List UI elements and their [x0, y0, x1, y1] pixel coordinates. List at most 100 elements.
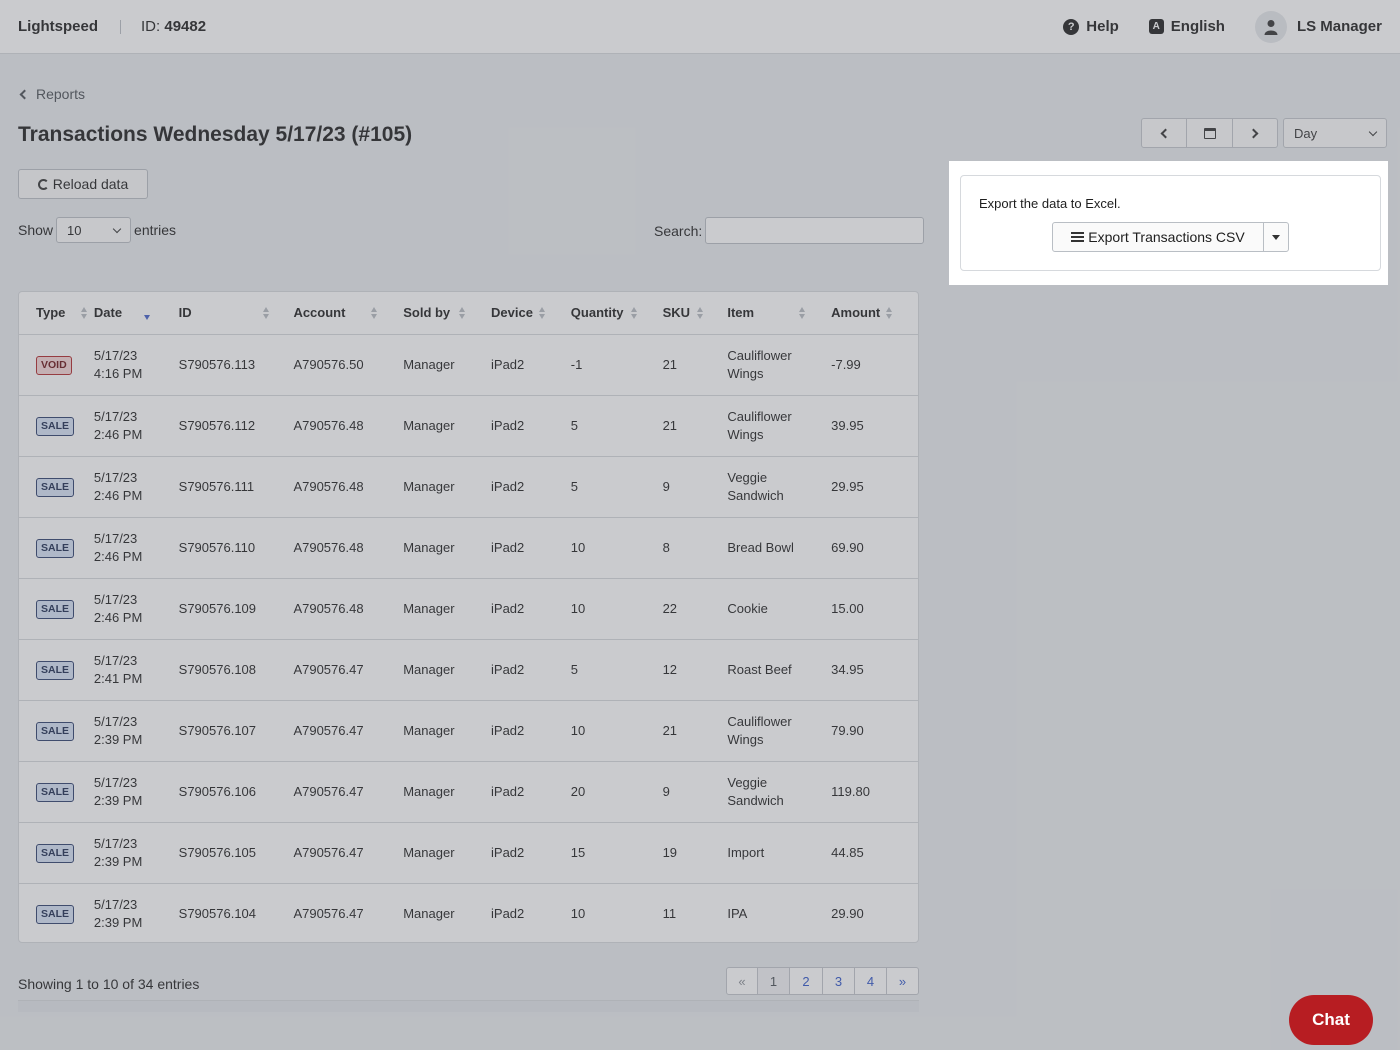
device-value: iPad2 [491, 905, 525, 921]
table-row[interactable]: SALE 5/17/23 2:39 PM S790576.106 A790576.47 M… [19, 761, 918, 823]
sold-by-value: Manager [403, 783, 455, 799]
quantity-value: 10 [570, 539, 586, 555]
page-2-button[interactable]: 2 [790, 967, 823, 995]
table-row[interactable]: SALE 5/17/23 2:46 PM S790576.111 A790576.48 M… [19, 456, 918, 518]
quantity-value: 10 [570, 905, 586, 921]
device-value: iPad2 [491, 661, 525, 677]
export-button-label: Export Transactions CSV [1088, 229, 1245, 245]
calendar-icon [1203, 127, 1216, 139]
sku-value: 21 [662, 722, 678, 738]
amount-cell: 79.90 [831, 700, 918, 762]
help-label: Help [1086, 18, 1119, 35]
date-cell: 5/17/23 2:39 PM [93, 761, 179, 823]
reload-data-button[interactable]: Reload data [18, 169, 148, 199]
id-cell: S790576.109 [178, 578, 294, 640]
page-3-button[interactable]: 3 [823, 967, 855, 995]
sold-by-value: Manager [403, 905, 455, 921]
item-cell: Roast Beef [727, 639, 832, 701]
sold-by-cell: Manager [403, 578, 492, 640]
quantity-cell: 10 [570, 578, 663, 640]
table-row[interactable]: SALE 5/17/23 2:46 PM S790576.109 A790576.48 M… [19, 578, 918, 640]
quantity-cell: 10 [570, 700, 663, 762]
language-switcher[interactable]: A English [1148, 18, 1225, 35]
id-value: S790576.109 [178, 600, 257, 616]
table-row[interactable]: SALE 5/17/23 2:39 PM S790576.104 A790576.47 M… [19, 883, 918, 942]
previous-page-button[interactable]: « [726, 967, 758, 995]
table-row[interactable]: SALE 5/17/23 2:41 PM S790576.108 A790576.47 M… [19, 639, 918, 701]
page-1-button[interactable]: 1 [758, 967, 790, 995]
column-header-account[interactable]: Account [293, 292, 404, 335]
caret-down-icon [1272, 234, 1280, 240]
type-cell: SALE [19, 456, 94, 518]
device-value: iPad2 [491, 356, 525, 372]
table-row[interactable]: SALE 5/17/23 2:46 PM S790576.112 A790576.48 M… [19, 395, 918, 457]
help-link[interactable]: ? Help [1063, 18, 1119, 35]
id-value: S790576.111 [178, 478, 255, 494]
device-cell: iPad2 [491, 578, 571, 640]
page-4-button[interactable]: 4 [855, 967, 887, 995]
account-cell: A790576.48 [293, 395, 404, 457]
column-header-type[interactable]: Type [19, 292, 94, 335]
brand-name[interactable]: Lightspeed [18, 18, 98, 35]
amount-value: 69.90 [831, 539, 864, 555]
id-cell: S790576.112 [178, 395, 294, 457]
export-transactions-csv-button[interactable]: Export Transactions CSV [1052, 222, 1264, 252]
amount-value: 44.85 [831, 844, 864, 860]
column-header-sold-by[interactable]: Sold by [403, 292, 492, 335]
next-page-button[interactable]: » [887, 967, 919, 995]
column-header-amount[interactable]: Amount [831, 292, 918, 335]
export-description: Export the data to Excel. [979, 196, 1121, 211]
id-value: S790576.105 [178, 844, 257, 860]
next-date-button[interactable] [1233, 118, 1278, 148]
chevron-down-icon [1368, 127, 1378, 136]
column-header-item[interactable]: Item [727, 292, 832, 335]
status-badge: SALE [36, 782, 75, 802]
help-icon: ? [1063, 18, 1080, 35]
column-header-date[interactable]: Date [93, 292, 179, 335]
period-select[interactable]: Day [1283, 118, 1387, 148]
date-value: 5/17/23 [93, 713, 138, 729]
amount-cell: 29.95 [831, 456, 918, 518]
sold-by-value: Manager [403, 417, 455, 433]
export-options-dropdown[interactable] [1263, 222, 1289, 252]
type-cell: SALE [19, 761, 94, 823]
account-value: A790576.50 [293, 356, 364, 372]
sku-cell: 21 [662, 395, 728, 457]
column-header-id[interactable]: ID [178, 292, 294, 335]
table-row[interactable]: SALE 5/17/23 2:39 PM S790576.105 A790576.47 M… [19, 822, 918, 884]
status-badge: SALE [36, 660, 75, 680]
calendar-button[interactable] [1187, 118, 1233, 148]
previous-date-button[interactable] [1141, 118, 1187, 148]
table-row[interactable]: SALE 5/17/23 2:39 PM S790576.107 A790576.47 M… [19, 700, 918, 762]
device-value: iPad2 [491, 844, 525, 860]
quantity-value: 5 [570, 478, 579, 494]
date-cell: 5/17/23 2:39 PM [93, 700, 179, 762]
time-value: 2:46 PM [93, 487, 143, 503]
table-row[interactable]: SALE 5/17/23 2:46 PM S790576.110 A790576.48 M… [19, 517, 918, 579]
column-header-sku[interactable]: SKU [662, 292, 728, 335]
table-footer-strip [18, 1000, 919, 1012]
column-header-device[interactable]: Device [491, 292, 571, 335]
column-header-quantity[interactable]: Quantity [570, 292, 663, 335]
chat-button[interactable]: Chat [1289, 995, 1373, 1045]
sold-by-value: Manager [403, 478, 455, 494]
item-cell: Veggie Sandwich [727, 456, 832, 518]
table-row[interactable]: VOID 5/17/23 4:16 PM S790576.113 A790576.50 M… [19, 334, 918, 396]
account-value: A790576.47 [293, 722, 364, 738]
back-to-reports-link[interactable]: Reports [18, 86, 85, 102]
type-cell: SALE [19, 639, 94, 701]
type-cell: SALE [19, 578, 94, 640]
sku-cell: 19 [662, 822, 728, 884]
quantity-cell: 20 [570, 761, 663, 823]
sku-value: 12 [662, 661, 678, 677]
date-navigator [1141, 118, 1278, 148]
quantity-cell: 10 [570, 517, 663, 579]
account-cell: A790576.47 [293, 822, 404, 884]
device-cell: iPad2 [491, 822, 571, 884]
search-input[interactable] [705, 217, 925, 244]
entries-per-page-select[interactable]: 10 [56, 217, 132, 243]
user-menu[interactable]: LS Manager [1254, 10, 1382, 43]
item-value: Veggie Sandwich [727, 469, 784, 503]
id-value: S790576.106 [178, 783, 257, 799]
column-header-label: Item [727, 305, 755, 321]
